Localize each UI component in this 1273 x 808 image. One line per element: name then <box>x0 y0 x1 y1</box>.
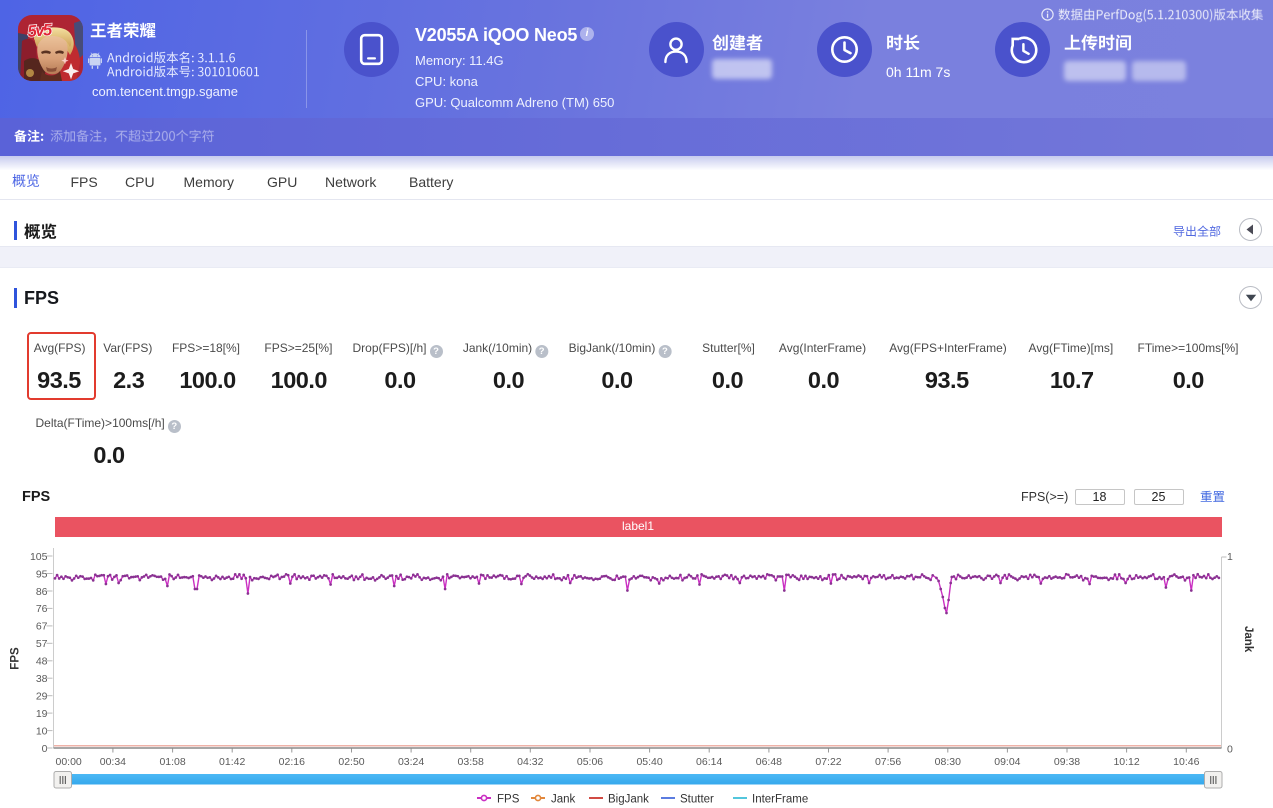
svg-text:BigJank: BigJank <box>608 793 649 805</box>
svg-text:02:16: 02:16 <box>279 756 305 768</box>
svg-text:10: 10 <box>36 725 48 737</box>
svg-text:06:14: 06:14 <box>696 756 722 768</box>
svg-text:48: 48 <box>36 656 48 668</box>
svg-text:Jank: Jank <box>1242 626 1254 653</box>
svg-text:InterFrame: InterFrame <box>752 793 808 805</box>
svg-text:Jank: Jank <box>551 793 576 805</box>
svg-text:08:30: 08:30 <box>935 756 961 768</box>
svg-text:07:22: 07:22 <box>815 756 841 768</box>
svg-text:95: 95 <box>36 568 48 580</box>
svg-text:86: 86 <box>36 586 48 598</box>
svg-text:FPS: FPS <box>10 647 22 670</box>
svg-text:03:24: 03:24 <box>398 756 424 768</box>
svg-text:04:32: 04:32 <box>517 756 543 768</box>
svg-text:67: 67 <box>36 621 48 633</box>
svg-text:10:46: 10:46 <box>1173 756 1199 768</box>
svg-text:05:06: 05:06 <box>577 756 603 768</box>
svg-text:02:50: 02:50 <box>338 756 364 768</box>
svg-text:0: 0 <box>1227 743 1233 755</box>
svg-text:00:00: 00:00 <box>56 756 82 768</box>
svg-text:1: 1 <box>1227 551 1233 563</box>
svg-text:09:38: 09:38 <box>1054 756 1080 768</box>
svg-text:05:40: 05:40 <box>636 756 662 768</box>
svg-text:01:08: 01:08 <box>159 756 185 768</box>
svg-text:38: 38 <box>36 673 48 685</box>
svg-text:07:56: 07:56 <box>875 756 901 768</box>
svg-text:FPS: FPS <box>497 793 520 805</box>
svg-text:00:34: 00:34 <box>100 756 126 768</box>
svg-text:01:42: 01:42 <box>219 756 245 768</box>
svg-text:76: 76 <box>36 603 48 615</box>
svg-text:10:12: 10:12 <box>1113 756 1139 768</box>
svg-text:06:48: 06:48 <box>756 756 782 768</box>
svg-text:0: 0 <box>42 743 48 755</box>
svg-text:57: 57 <box>36 638 48 650</box>
svg-text:03:58: 03:58 <box>458 756 484 768</box>
svg-text:19: 19 <box>36 708 48 720</box>
svg-text:09:04: 09:04 <box>994 756 1020 768</box>
svg-text:105: 105 <box>30 551 48 563</box>
svg-text:Stutter: Stutter <box>680 793 714 805</box>
svg-text:29: 29 <box>36 691 48 703</box>
